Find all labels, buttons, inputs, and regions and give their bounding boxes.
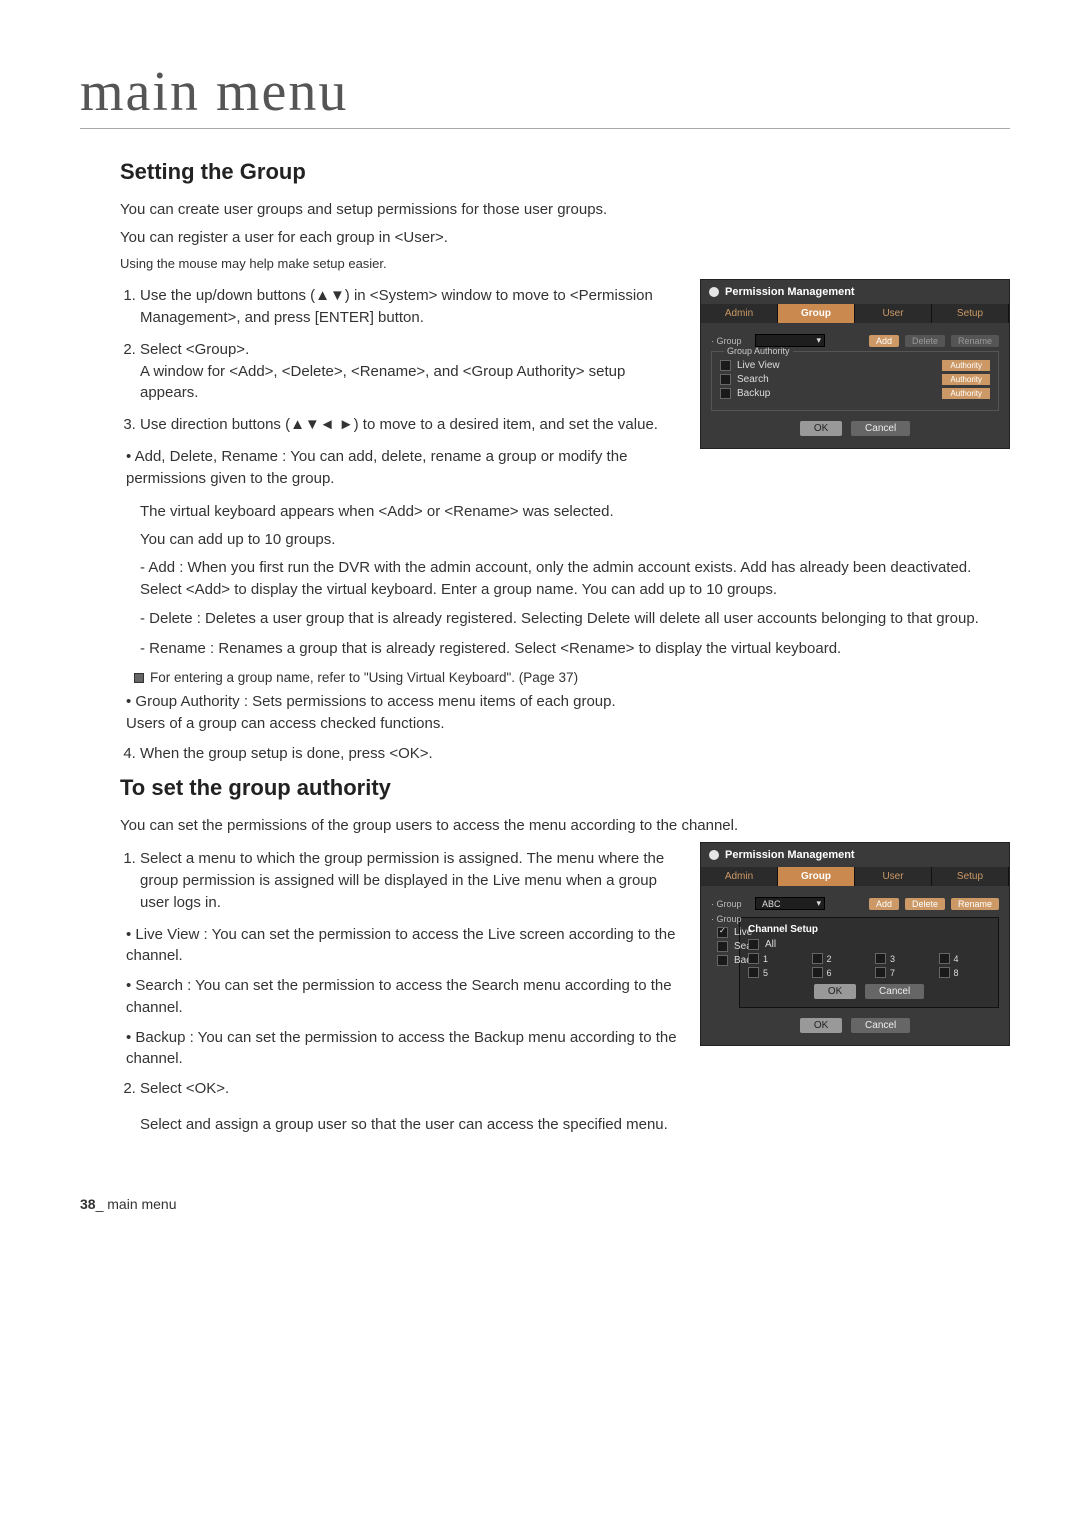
checkbox-backup[interactable] xyxy=(720,388,731,399)
bullet-live-view: Live View : You can set the permission t… xyxy=(126,924,680,968)
delete-button[interactable]: Delete xyxy=(905,898,945,910)
cancel-button[interactable]: Cancel xyxy=(851,1018,910,1033)
dash-delete: Delete : Deletes a user group that is al… xyxy=(140,608,1010,630)
intro-line-1: You can create user groups and setup per… xyxy=(120,199,1010,221)
tab-group[interactable]: Group xyxy=(778,304,855,323)
checkbox-all[interactable] xyxy=(748,939,759,950)
user-icon xyxy=(709,287,719,297)
group-label: · Group xyxy=(711,336,749,346)
section2-step2b: Select and assign a group user so that t… xyxy=(140,1114,1010,1136)
dash-add: Add : When you first run the DVR with th… xyxy=(140,557,1010,601)
adr-sub-2: You can add up to 10 groups. xyxy=(140,529,1010,551)
setting-the-group-heading: Setting the Group xyxy=(120,159,1010,185)
ok-button[interactable]: OK xyxy=(800,1018,842,1033)
group-authority-label-2: · Group xyxy=(711,914,742,924)
section2-step2: Select <OK>. xyxy=(140,1078,680,1100)
checkbox-ch8[interactable] xyxy=(939,967,950,978)
section2-step1: Select a menu to which the group permiss… xyxy=(140,848,680,913)
ok-button[interactable]: OK xyxy=(800,421,842,436)
rename-button[interactable]: Rename xyxy=(951,335,999,347)
checkbox-ch6[interactable] xyxy=(812,967,823,978)
checkbox-live[interactable] xyxy=(720,360,731,371)
step-2: Select <Group>. A window for <Add>, <Del… xyxy=(140,339,680,404)
bullet-backup: Backup : You can set the permission to a… xyxy=(126,1027,680,1071)
authority-backup-button[interactable]: Authority xyxy=(942,388,990,399)
rename-button[interactable]: Rename xyxy=(951,898,999,910)
group-dropdown[interactable]: ABC▾ xyxy=(755,897,825,910)
bullet-add-delete-rename: Add, Delete, Rename : You can add, delet… xyxy=(126,446,680,490)
adr-sub-1: The virtual keyboard appears when <Add> … xyxy=(140,501,1010,523)
tab-user[interactable]: User xyxy=(855,304,932,323)
popup-cancel-button[interactable]: Cancel xyxy=(865,984,924,999)
section2-intro: You can set the permissions of the group… xyxy=(120,815,1010,837)
popup-ok-button[interactable]: OK xyxy=(814,984,856,999)
note-icon xyxy=(134,673,144,683)
checkbox-ch7[interactable] xyxy=(875,967,886,978)
mouse-tip: Using the mouse may help make setup easi… xyxy=(120,255,1010,274)
permission-management-screenshot-2: Permission Management Admin Group User S… xyxy=(700,842,1010,1046)
dash-rename: Rename : Renames a group that is already… xyxy=(140,638,1010,660)
checkbox-bac[interactable] xyxy=(717,955,728,966)
intro-line-2: You can register a user for each group i… xyxy=(120,227,1010,249)
checkbox-live[interactable] xyxy=(717,927,728,938)
tab-admin[interactable]: Admin xyxy=(701,867,778,886)
step-1: Use the up/down buttons (▲▼) in <System>… xyxy=(140,285,680,329)
page-footer: 38_ main menu xyxy=(80,1196,1010,1212)
set-group-authority-heading: To set the group authority xyxy=(120,775,1010,801)
permission-management-screenshot-1: Permission Management Admin Group User S… xyxy=(700,279,1010,449)
authority-search-button[interactable]: Authority xyxy=(942,374,990,385)
step-4: When the group setup is done, press <OK>… xyxy=(140,743,1010,765)
channel-setup-popup: Channel Setup All 1 2 3 4 5 6 7 8 xyxy=(739,917,999,1008)
checkbox-ch5[interactable] xyxy=(748,967,759,978)
step-3: Use direction buttons (▲▼◄ ►) to move to… xyxy=(140,414,680,436)
authority-live-button[interactable]: Authority xyxy=(942,360,990,371)
virtual-keyboard-note: For entering a group name, refer to "Usi… xyxy=(134,668,1010,688)
tab-setup[interactable]: Setup xyxy=(932,304,1009,323)
checkbox-sea[interactable] xyxy=(717,941,728,952)
checkbox-ch4[interactable] xyxy=(939,953,950,964)
tab-admin[interactable]: Admin xyxy=(701,304,778,323)
group-authority-label: Group Authority xyxy=(724,346,793,356)
chapter-title: main menu xyxy=(80,60,1010,129)
add-button[interactable]: Add xyxy=(869,898,899,910)
checkbox-ch1[interactable] xyxy=(748,953,759,964)
tab-setup[interactable]: Setup xyxy=(932,867,1009,886)
checkbox-search[interactable] xyxy=(720,374,731,385)
delete-button[interactable]: Delete xyxy=(905,335,945,347)
checkbox-ch2[interactable] xyxy=(812,953,823,964)
bullet-group-authority: Group Authority : Sets permissions to ac… xyxy=(126,691,1010,735)
add-button[interactable]: Add xyxy=(869,335,899,347)
user-icon xyxy=(709,850,719,860)
cancel-button[interactable]: Cancel xyxy=(851,421,910,436)
checkbox-ch3[interactable] xyxy=(875,953,886,964)
tab-user[interactable]: User xyxy=(855,867,932,886)
tab-group[interactable]: Group xyxy=(778,867,855,886)
bullet-search: Search : You can set the permission to a… xyxy=(126,975,680,1019)
group-label: · Group xyxy=(711,899,749,909)
